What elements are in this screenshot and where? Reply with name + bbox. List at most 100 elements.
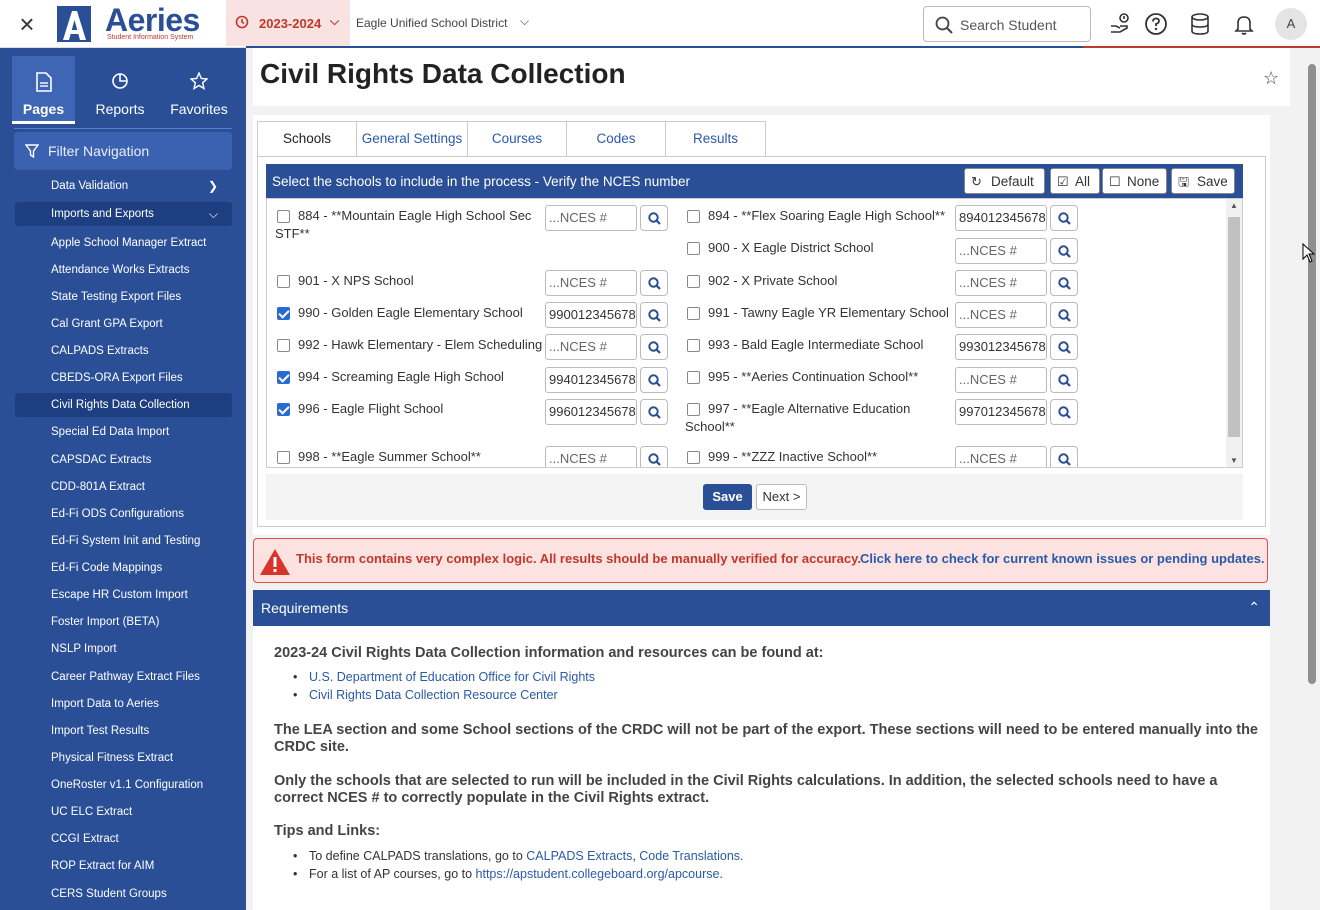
tab-codes[interactable]: Codes	[566, 121, 666, 157]
sidebar-item[interactable]: Attendance Works Extracts	[15, 258, 232, 282]
nces-lookup-button[interactable]	[1050, 446, 1078, 467]
nces-input[interactable]: ...NCES #	[545, 446, 637, 467]
school-checkbox[interactable]	[277, 307, 290, 320]
nces-input[interactable]: ...NCES #	[545, 334, 637, 360]
requirements-header[interactable]: Requirements ⌃	[253, 590, 1270, 626]
nav-tab-favorites[interactable]: Favorites	[162, 56, 236, 124]
save-button[interactable]: Save	[703, 484, 752, 510]
sidebar-item[interactable]: UC ELC Extract	[15, 800, 232, 824]
sidebar-item[interactable]: ROP Extract for AIM	[15, 854, 232, 878]
school-list-scrollbar[interactable]: ▲ ▼	[1226, 199, 1242, 467]
sidebar-item[interactable]: Ed-Fi ODS Configurations	[15, 502, 232, 526]
school-checkbox[interactable]	[277, 339, 290, 352]
nces-lookup-button[interactable]	[1050, 399, 1078, 425]
nav-tab-reports[interactable]: Reports	[85, 56, 155, 124]
nces-lookup-button[interactable]	[1050, 238, 1078, 264]
nces-lookup-button[interactable]	[1050, 302, 1078, 328]
nces-input[interactable]: 996012345678	[545, 399, 637, 425]
school-checkbox[interactable]	[687, 403, 700, 416]
nces-input[interactable]: ...NCES #	[955, 270, 1047, 296]
close-icon[interactable]: ×	[14, 11, 40, 38]
ocr-link[interactable]: U.S. Department of Education Office for …	[293, 670, 595, 684]
sidebar-item[interactable]: OneRoster v1.1 Configuration	[15, 773, 232, 797]
database-icon[interactable]	[1188, 12, 1212, 36]
nces-lookup-button[interactable]	[640, 446, 668, 467]
nces-input[interactable]: ...NCES #	[545, 205, 637, 231]
nces-lookup-button[interactable]	[1050, 205, 1078, 231]
scroll-down-icon[interactable]: ▼	[1230, 456, 1238, 465]
crdc-resource-link[interactable]: Civil Rights Data Collection Resource Ce…	[293, 688, 558, 702]
school-checkbox[interactable]	[687, 451, 700, 464]
school-checkbox[interactable]	[687, 339, 700, 352]
known-issues-link[interactable]: Click here to check for current known is…	[860, 551, 1265, 566]
nces-input[interactable]: ...NCES #	[955, 446, 1047, 467]
select-none-button[interactable]: ☐ None	[1102, 168, 1167, 194]
school-checkbox[interactable]	[277, 210, 290, 223]
bell-icon[interactable]	[1232, 12, 1256, 36]
school-checkbox[interactable]	[277, 275, 290, 288]
search-student-input[interactable]	[960, 15, 1084, 35]
nces-input[interactable]: 993012345678	[955, 334, 1047, 360]
sidebar-item-civil-rights-data-collection[interactable]: Civil Rights Data Collection	[15, 393, 232, 417]
sidebar-item[interactable]: Special Ed Data Import	[15, 420, 232, 444]
nces-lookup-button[interactable]	[640, 205, 668, 231]
nces-input[interactable]: 997012345678	[955, 399, 1047, 425]
sidebar-item[interactable]: Physical Fitness Extract	[15, 746, 232, 770]
nces-input[interactable]: ...NCES #	[545, 270, 637, 296]
next-button[interactable]: Next >	[756, 484, 807, 510]
school-checkbox[interactable]	[687, 371, 700, 384]
sidebar-item[interactable]: Career Pathway Extract Files	[15, 665, 232, 689]
tab-results[interactable]: Results	[665, 121, 766, 157]
sidebar-item[interactable]: Import Data to Aeries	[15, 692, 232, 716]
favorite-star-icon[interactable]: ☆	[1263, 68, 1279, 89]
nces-input[interactable]: 990012345678	[545, 302, 637, 328]
school-checkbox[interactable]	[687, 307, 700, 320]
school-checkbox[interactable]	[277, 451, 290, 464]
sidebar-item[interactable]: Escape HR Custom Import	[15, 583, 232, 607]
header-save-button[interactable]: 🖫 Save	[1171, 168, 1235, 194]
sidebar-item[interactable]: CAPSDAC Extracts	[15, 448, 232, 472]
calpads-extracts-link[interactable]: CALPADS Extracts	[526, 849, 632, 863]
nces-input[interactable]: ...NCES #	[955, 238, 1047, 264]
nces-lookup-button[interactable]	[640, 270, 668, 296]
select-all-button[interactable]: ☑ All	[1050, 168, 1100, 194]
sidebar-item[interactable]: Ed-Fi System Init and Testing	[15, 529, 232, 553]
tab-courses[interactable]: Courses	[467, 121, 567, 157]
search-student-box[interactable]	[923, 6, 1091, 42]
sidebar-item[interactable]: CDD-801A Extract	[15, 475, 232, 499]
nces-lookup-button[interactable]	[640, 302, 668, 328]
nces-lookup-button[interactable]	[640, 399, 668, 425]
sidebar-item[interactable]: CCGI Extract	[15, 827, 232, 851]
nces-lookup-button[interactable]	[640, 367, 668, 393]
nces-input[interactable]: 894012345678	[955, 205, 1047, 231]
district-selector[interactable]: Eagle Unified School District	[356, 16, 507, 30]
sidebar-item[interactable]: Import Test Results	[15, 719, 232, 743]
sidebar-item[interactable]: NSLP Import	[15, 637, 232, 661]
code-translations-link[interactable]: Code Translations	[639, 849, 740, 863]
chevron-down-icon[interactable]: ⌵	[520, 14, 529, 29]
sidebar-item[interactable]: Foster Import (BETA)	[15, 610, 232, 634]
sidebar-item[interactable]: CALPADS Extracts	[15, 339, 232, 363]
aeries-logo[interactable]: Aeries Student Information System	[57, 2, 217, 44]
nces-lookup-button[interactable]	[1050, 367, 1078, 393]
sidebar-item[interactable]: Ed-Fi Code Mappings	[15, 556, 232, 580]
nces-lookup-button[interactable]	[1050, 270, 1078, 296]
ap-courses-link[interactable]: https://apstudent.collegeboard.org/apcou…	[476, 867, 720, 881]
nces-lookup-button[interactable]	[640, 334, 668, 360]
nces-input[interactable]: 994012345678	[545, 367, 637, 393]
school-checkbox[interactable]	[687, 210, 700, 223]
nav-tab-pages[interactable]: Pages	[12, 56, 75, 124]
school-checkbox[interactable]	[277, 371, 290, 384]
filter-navigation-input[interactable]: Filter Navigation	[14, 132, 232, 170]
nces-input[interactable]: ...NCES #	[955, 367, 1047, 393]
tab-general-settings[interactable]: General Settings	[356, 121, 468, 157]
sidebar-item[interactable]: Cal Grant GPA Export	[15, 312, 232, 336]
sidebar-item[interactable]: Apple School Manager Extract	[15, 231, 232, 255]
scroll-up-icon[interactable]: ▲	[1230, 201, 1238, 210]
user-avatar[interactable]: A	[1275, 8, 1307, 40]
school-checkbox[interactable]	[277, 403, 290, 416]
tab-schools[interactable]: Schools	[257, 121, 357, 157]
chevron-up-icon[interactable]: ⌃	[1248, 599, 1260, 616]
school-checkbox[interactable]	[687, 242, 700, 255]
sidebar-item[interactable]: CBEDS-ORA Export Files	[15, 366, 232, 390]
